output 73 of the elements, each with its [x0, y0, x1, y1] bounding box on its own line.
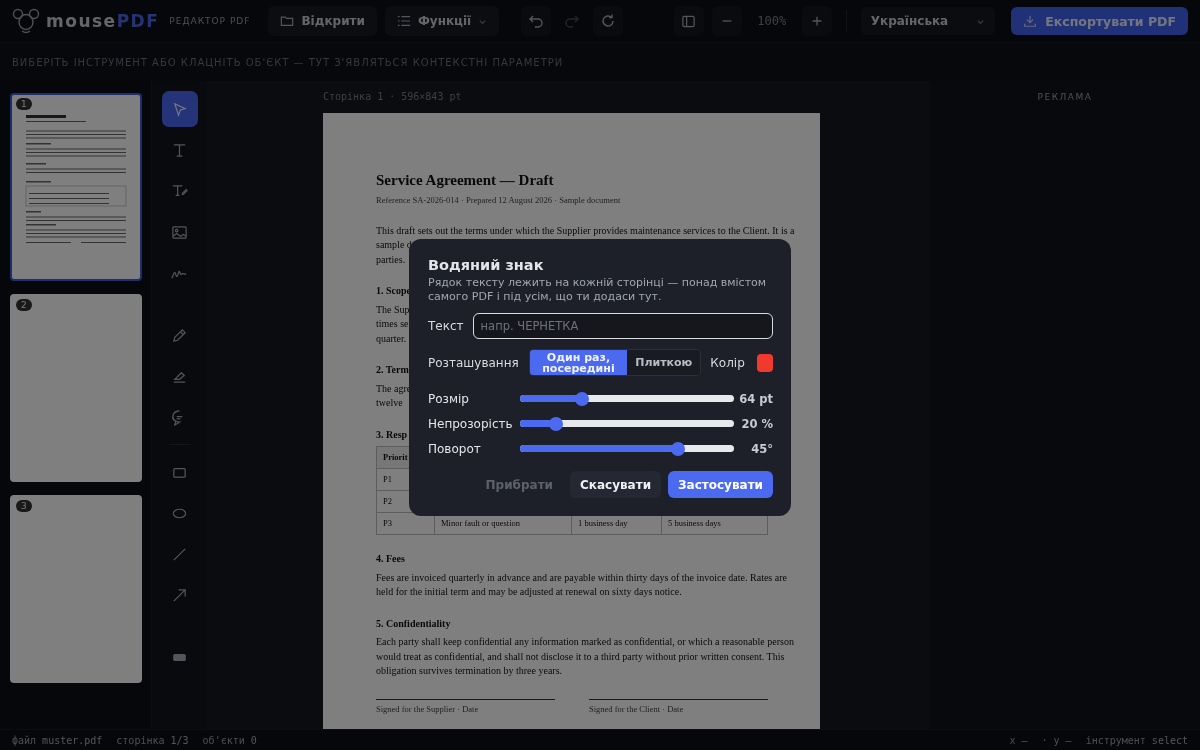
status-item: · y — — [1041, 734, 1072, 746]
field-label: Текст — [428, 319, 464, 333]
list-icon — [396, 14, 411, 28]
slider-thumb[interactable] — [671, 441, 686, 456]
paragraph-line: times se — [376, 318, 409, 329]
app-name: mousePDF — [46, 11, 160, 31]
section-heading: 4. Fees — [376, 553, 405, 564]
mouse-logo-icon — [12, 7, 40, 35]
signature-label: Signed for the Supplier · Date — [376, 703, 479, 714]
field-label: Розташування — [428, 355, 519, 370]
status-item: файл muster.pdf — [12, 734, 103, 746]
paragraph-line: Fees are invoiced quarterly in advance and are payable within thirty days of the invoice date. Rates are — [376, 571, 787, 583]
slider-value: 64 pt — [738, 391, 773, 406]
table-cell-text: 5 business days — [667, 517, 722, 530]
paragraph-line: held for the initial term and may be adjusted at renewal on sixty days notice. — [376, 586, 682, 597]
paragraph-line: This draft sets out the terms under which the Supplier provides maintenance services to the Client. It is a — [376, 224, 795, 236]
app-subtitle: РЕДАКТОР PDF — [169, 16, 251, 26]
apply-button[interactable]: Застосувати — [668, 471, 773, 498]
slider-value: 45° — [750, 441, 773, 456]
status-item: об'єкти 0 — [202, 734, 257, 746]
language-select[interactable]: Українська — [860, 7, 996, 35]
undo-icon — [528, 13, 545, 29]
paragraph-line: quarter. — [376, 332, 407, 344]
sidebar-toggle-button[interactable] — [673, 6, 704, 36]
download-icon — [1023, 14, 1038, 28]
zoom-level: 100% — [756, 14, 788, 28]
field-label: Колір — [710, 355, 745, 370]
document-reference: Reference SA-2026-014 · Prepared 12 August 2026 · Sample document — [376, 195, 621, 205]
page-number-badge: 3 — [16, 500, 32, 512]
section-heading: 5. Confidentiality — [376, 617, 451, 629]
slider-value: 20 % — [740, 416, 773, 431]
export-pdf-button[interactable]: Експортувати PDF — [1011, 7, 1188, 35]
paragraph-line: parties. — [376, 253, 406, 265]
page-thumbnail[interactable]: 3 — [10, 495, 142, 683]
pointer-tool-icon[interactable] — [161, 91, 198, 127]
section-heading: 2. Term — [376, 364, 409, 375]
slider-label: Розмір — [428, 391, 470, 406]
status-item: x — — [1009, 734, 1028, 746]
folder-icon — [280, 14, 295, 28]
paragraph-line: The Sup — [376, 303, 410, 315]
document-title: Service Agreement — Draft — [376, 172, 554, 188]
status-item: сторінка 1/3 — [116, 734, 189, 746]
functions-menu-button[interactable]: Функції — [384, 6, 500, 36]
slider-thumb[interactable] — [549, 416, 564, 431]
zoom-out-button[interactable] — [711, 6, 742, 36]
page-number-badge: 1 — [16, 98, 32, 110]
paragraph-line: Each party shall keep confidential any information marked as confidential, or which a reasonable person — [376, 636, 794, 647]
reload-button[interactable] — [593, 6, 624, 36]
slider-label: Непрозорість — [428, 416, 514, 431]
slider-thumb[interactable] — [575, 391, 590, 406]
status-item: інструмент select — [1085, 734, 1188, 746]
signature-label: Signed for the Client · Date — [589, 703, 684, 714]
sidebar-icon — [681, 13, 697, 29]
cancel-button[interactable]: Скасувати — [570, 471, 662, 498]
zoom-in-button[interactable] — [801, 6, 832, 36]
redo-icon — [564, 13, 581, 29]
paragraph-line: twelve — [376, 397, 403, 408]
paragraph-line: would treat as confidential, and shall not disclose it to a third party without prior written consent. This — [376, 650, 785, 662]
undo-button[interactable] — [521, 6, 552, 36]
placement-option[interactable]: Один раз, посередині — [529, 350, 628, 375]
open-button[interactable]: Відкрити — [268, 6, 377, 36]
section-heading: 3. Resp — [376, 428, 408, 440]
paragraph-line: obligation survives termination by three years. — [376, 665, 563, 676]
watermark-text-field[interactable]: напр. ЧЕРНЕТКА — [472, 313, 773, 339]
dialog-description: Рядок тексту лежить на кожній сторінці — понад вмістом самого PDF і під усім, що ти додаси тут. — [428, 276, 768, 303]
page-thumbnail[interactable]: 1 — [10, 93, 142, 281]
ad-label: РЕКЛАМА — [1037, 92, 1093, 102]
color-swatch[interactable] — [756, 353, 773, 372]
page-number-badge: 2 — [16, 299, 32, 311]
placement-option[interactable]: Плиткою — [627, 350, 701, 375]
page-thumbnail[interactable]: 2 — [10, 294, 142, 482]
dialog-title: Водяний знак — [428, 257, 545, 273]
refresh-icon — [600, 13, 617, 29]
